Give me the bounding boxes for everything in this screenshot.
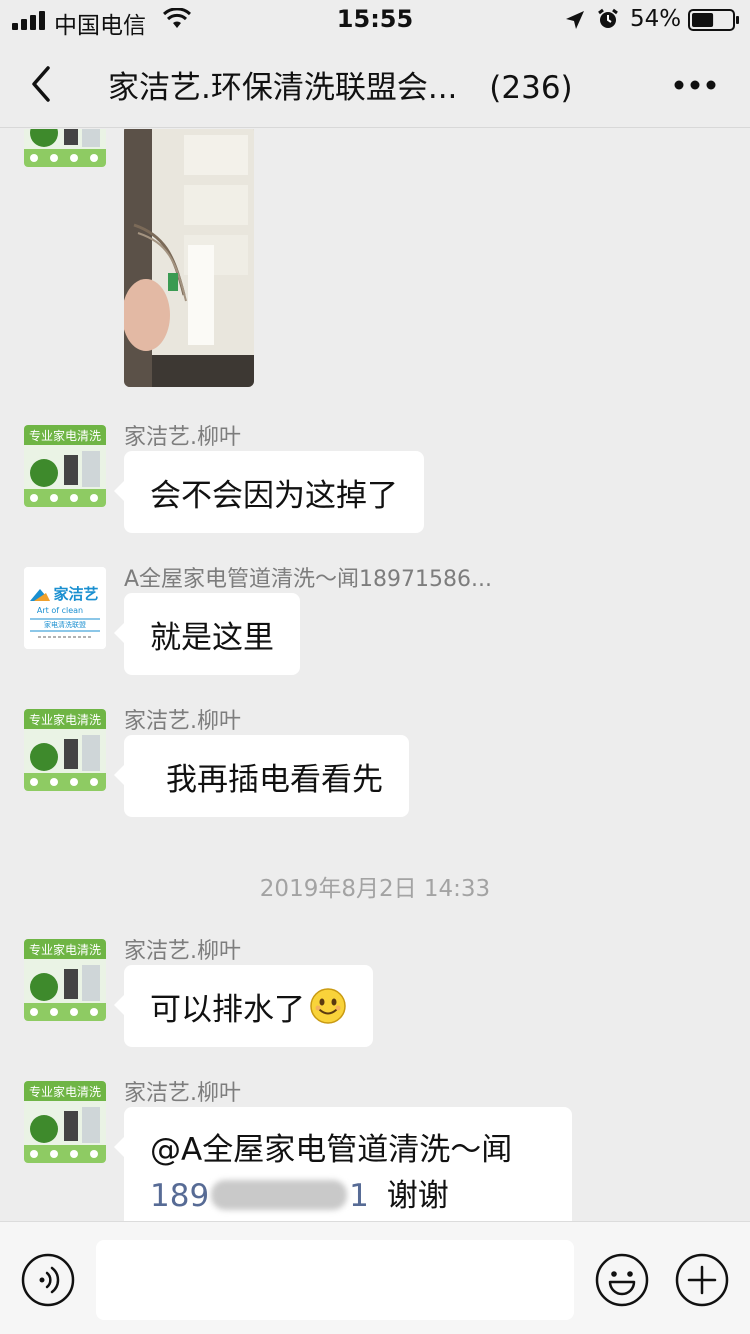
plus-icon[interactable] (674, 1252, 730, 1308)
more-icon[interactable] (672, 70, 718, 100)
avatar[interactable]: 专业家电清洗 (24, 939, 106, 1021)
cleaning-banner-avatar-icon: 专业家电清洗 (24, 425, 106, 507)
chat-title: 家洁艺.环保清洗联盟会... (236) (108, 62, 638, 107)
message-input[interactable] (96, 1240, 574, 1320)
avatar[interactable]: 专业家电清洗 (24, 425, 106, 507)
battery-percent: 54% (630, 6, 682, 32)
avatar-brand-tag: 家电清洗联盟 (44, 620, 86, 629)
message-photo[interactable] (124, 129, 254, 387)
avatar-banner-text: 专业家电清洗 (29, 1084, 101, 1099)
message-timestamp: 2019年8月2日 14:33 (259, 876, 491, 902)
nav-bar: 家洁艺.环保清洗联盟会... (236) (0, 42, 750, 128)
sender-name: A全屋家电管道清洗～闻18971586... (124, 567, 493, 592)
message-bubble[interactable]: 可以排水了 (114, 965, 373, 1047)
avatar-banner-text: 专业家电清洗 (29, 942, 101, 957)
avatar-brand-text: 家洁艺 (53, 585, 98, 603)
cleaning-banner-avatar-icon: 专业家电清洗 (24, 939, 106, 1021)
sender-name: 家洁艺.柳叶 (124, 709, 241, 734)
redacted-phone-bar (211, 1180, 348, 1210)
member-count: (236) (489, 70, 573, 106)
back-arrow-icon[interactable] (26, 64, 58, 104)
message-bubble[interactable]: 就是这里 (114, 593, 300, 675)
brand-logo-avatar-icon: 家洁艺 Art of clean 家电清洗联盟 (24, 567, 106, 649)
message-text: 可以排水了 (150, 991, 305, 1028)
avatar[interactable]: 家洁艺 Art of clean 家电清洗联盟 (24, 567, 106, 649)
voice-icon[interactable] (20, 1252, 76, 1308)
avatar-banner-text: 专业家电清洗 (29, 428, 101, 443)
message-bubble[interactable]: 我再插电看看先 (114, 735, 409, 817)
message-bubble[interactable]: 会不会因为这掉了 (114, 451, 424, 533)
message-text: 会不会因为这掉了 (150, 477, 398, 514)
status-bar: 中国电信 15:55 54% (0, 0, 750, 42)
cleaning-banner-avatar-icon (24, 129, 106, 167)
location-arrow-icon (566, 11, 584, 29)
message-text: 就是这里 (150, 619, 274, 656)
emoji-icon[interactable] (594, 1252, 650, 1308)
phone-link-start[interactable]: 189 (150, 1178, 209, 1214)
message-text-line: @A全屋家电管道清洗～闻 (150, 1132, 513, 1168)
message-text-line: 189 1 谢谢 (150, 1173, 546, 1219)
avatar[interactable]: 专业家电清洗 (24, 1081, 106, 1163)
cleaning-banner-avatar-icon: 专业家电清洗 (24, 1081, 106, 1163)
avatar-banner-text: 专业家电清洗 (29, 712, 101, 727)
message-text: 谢谢 (386, 1178, 449, 1214)
chat-screen: 中国电信 15:55 54% 家洁艺.环保清洗联盟会... (236) 专业家电… (0, 0, 750, 1334)
input-bar (0, 1221, 750, 1334)
cleaning-banner-avatar-icon: 专业家电清洗 (24, 709, 106, 791)
aircon-photo-icon (124, 129, 254, 387)
message-text: 我再插电看看先 (166, 761, 383, 798)
message-bubble[interactable]: @A全屋家电管道清洗～闻 189 1 谢谢 (114, 1107, 572, 1221)
alarm-icon (598, 8, 618, 28)
sender-name: 家洁艺.柳叶 (124, 425, 241, 450)
sender-name: 家洁艺.柳叶 (124, 939, 241, 964)
avatar[interactable] (24, 129, 106, 167)
avatar-brand-sub: Art of clean (37, 606, 83, 615)
sender-name: 家洁艺.柳叶 (124, 1081, 241, 1106)
phone-link-end[interactable]: 1 (349, 1178, 369, 1214)
battery-icon (688, 9, 739, 31)
group-name: 家洁艺.环保清洗联盟会... (108, 70, 458, 106)
avatar[interactable]: 专业家电清洗 (24, 709, 106, 791)
smile-emoji-icon (310, 988, 346, 1024)
message-list[interactable]: 专业家电清洗 家洁艺.柳叶 会不会因为这掉了 家洁艺 Art of clean (0, 129, 750, 1221)
